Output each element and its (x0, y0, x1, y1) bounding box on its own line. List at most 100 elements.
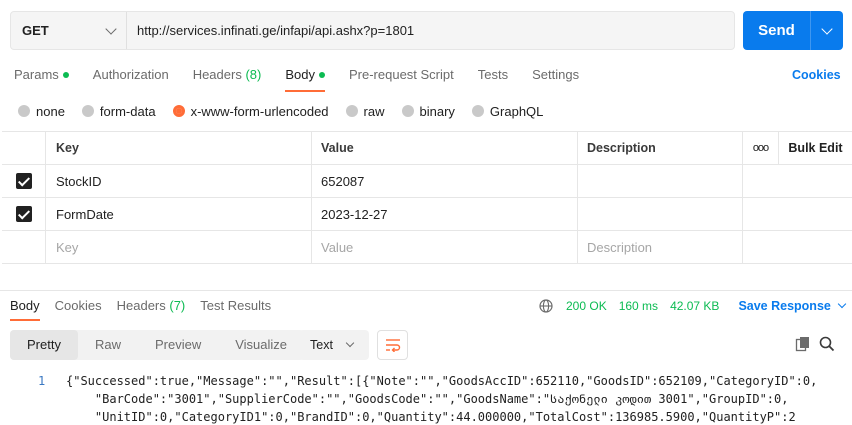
body-type-binary[interactable]: binary (401, 104, 455, 119)
response-tab-cookies[interactable]: Cookies (55, 292, 102, 320)
response-divider[interactable] (0, 290, 852, 291)
method-label: GET (22, 23, 49, 38)
empty-cell (779, 231, 852, 263)
view-pretty[interactable]: Pretty (10, 330, 78, 360)
cookies-link[interactable]: Cookies (792, 60, 841, 90)
status-dot (318, 71, 325, 78)
radio-label: GraphQL (489, 103, 544, 119)
send-button[interactable]: Send (743, 11, 811, 50)
view-preview[interactable]: Preview (138, 330, 218, 360)
method-select[interactable]: GET (11, 12, 127, 49)
tab-label: Tests (477, 67, 509, 82)
tab-label: Body (10, 298, 40, 313)
tab-label: Headers (192, 67, 242, 82)
wrap-lines-button[interactable] (377, 330, 408, 360)
row-checkbox-cell (2, 231, 46, 263)
more-icon: ooo (752, 142, 769, 154)
chevron-down-icon (345, 338, 355, 348)
bulk-edit-button[interactable]: Bulk Edit (779, 132, 852, 164)
line-number: 1 (38, 374, 46, 388)
tab-label: Headers (116, 298, 166, 313)
empty-cell (743, 231, 779, 263)
value-cell[interactable]: 652087 (312, 165, 578, 197)
radio-icon (471, 105, 484, 117)
request-bar: GET http://services.infinati.ge/infapi/a… (10, 11, 735, 50)
tab-count: (7) (169, 298, 186, 313)
table-row-new: Key Value Description (2, 231, 852, 264)
radio-label: none (36, 103, 65, 119)
tab-tests[interactable]: Tests (478, 60, 508, 90)
copy-icon[interactable] (795, 336, 811, 352)
description-cell[interactable] (578, 165, 743, 197)
radio-icon (81, 105, 94, 117)
code-line: {"Successed":true,"Message":"","Result":… (66, 374, 818, 388)
body-type-graphql[interactable]: GraphQL (471, 103, 544, 119)
row-checkbox-cell (2, 198, 46, 230)
tab-count: (8) (245, 67, 262, 82)
key-input[interactable]: Key (46, 231, 312, 263)
checkbox-checked[interactable] (15, 206, 32, 222)
description-input[interactable]: Description (578, 231, 743, 263)
save-response-label: Save Response (738, 299, 831, 313)
send-button-group: Send (743, 11, 843, 50)
empty-cell (779, 198, 852, 230)
key-cell[interactable]: StockID (46, 165, 312, 197)
view-visualize[interactable]: Visualize (218, 330, 304, 360)
tab-label: Test Results (200, 298, 272, 313)
tab-pre-request-script[interactable]: Pre-request Script (349, 60, 454, 90)
search-icon[interactable] (819, 336, 835, 352)
view-raw[interactable]: Raw (78, 330, 138, 360)
response-tabs: Body Cookies Headers (7) Test Results (10, 292, 286, 321)
body-type-selector: none form-data x-www-form-urlencoded raw… (18, 101, 560, 121)
value-input[interactable]: Value (312, 231, 578, 263)
tab-body[interactable]: Body (285, 60, 325, 92)
params-table: Key Value Description ooo Bulk Edit Stoc… (2, 131, 852, 264)
value-cell[interactable]: 2023-12-27 (312, 198, 578, 230)
code-line: "UnitID":0,"CategoryID1":0,"BrandID":0,"… (66, 410, 796, 424)
send-options-button[interactable] (811, 11, 843, 50)
tab-label: Settings (532, 67, 580, 82)
globe-icon[interactable] (539, 299, 553, 313)
radio-label: form-data (99, 103, 156, 119)
body-type-none[interactable]: none (18, 104, 65, 119)
save-response-button[interactable]: Save Response (738, 299, 847, 313)
response-tab-test-results[interactable]: Test Results (200, 292, 271, 320)
key-cell[interactable]: FormDate (46, 198, 312, 230)
chevron-down-icon (821, 22, 833, 35)
body-type-form-data[interactable]: form-data (81, 103, 156, 119)
header-description: Description (578, 132, 743, 164)
tab-authorization[interactable]: Authorization (93, 60, 169, 90)
radio-selected-icon (172, 105, 185, 117)
radio-icon (18, 105, 30, 117)
response-body-code[interactable]: 1 {"Successed":true,"Message":"","Result… (0, 370, 852, 425)
tab-settings[interactable]: Settings (532, 60, 579, 90)
radio-label: raw (363, 103, 385, 119)
description-cell[interactable] (578, 198, 743, 230)
view-mode-tabs: Pretty Raw Preview Visualize (10, 330, 305, 360)
format-select[interactable]: Text (299, 330, 369, 360)
response-tab-body[interactable]: Body (10, 292, 40, 321)
status-dot (62, 71, 69, 78)
more-options-button[interactable]: ooo (743, 132, 779, 164)
response-tab-headers[interactable]: Headers (7) (117, 292, 186, 320)
tab-label: Body (285, 67, 315, 82)
body-type-urlencoded[interactable]: x-www-form-urlencoded (172, 104, 329, 119)
format-label: Text (310, 338, 333, 352)
tab-label: Cookies (54, 298, 102, 313)
url-input[interactable]: http://services.infinati.ge/infapi/api.a… (127, 12, 734, 49)
response-stats: 200 OK 160 ms 42.07 KB Save Response (539, 297, 847, 315)
radio-icon (401, 105, 414, 117)
radio-icon (345, 105, 358, 117)
header-key: Key (46, 132, 312, 164)
response-time[interactable]: 160 ms (619, 299, 658, 313)
table-row: StockID 652087 (2, 165, 852, 198)
empty-cell (779, 165, 852, 197)
tab-params[interactable]: Params (14, 60, 69, 90)
status-code[interactable]: 200 OK (566, 299, 607, 313)
header-checkbox-cell (2, 132, 46, 164)
request-tabs: Params Authorization Headers (8) Body Pr… (14, 60, 603, 92)
response-size[interactable]: 42.07 KB (670, 299, 719, 313)
checkbox-checked[interactable] (15, 173, 32, 189)
body-type-raw[interactable]: raw (345, 103, 385, 119)
tab-headers[interactable]: Headers (8) (193, 60, 262, 90)
